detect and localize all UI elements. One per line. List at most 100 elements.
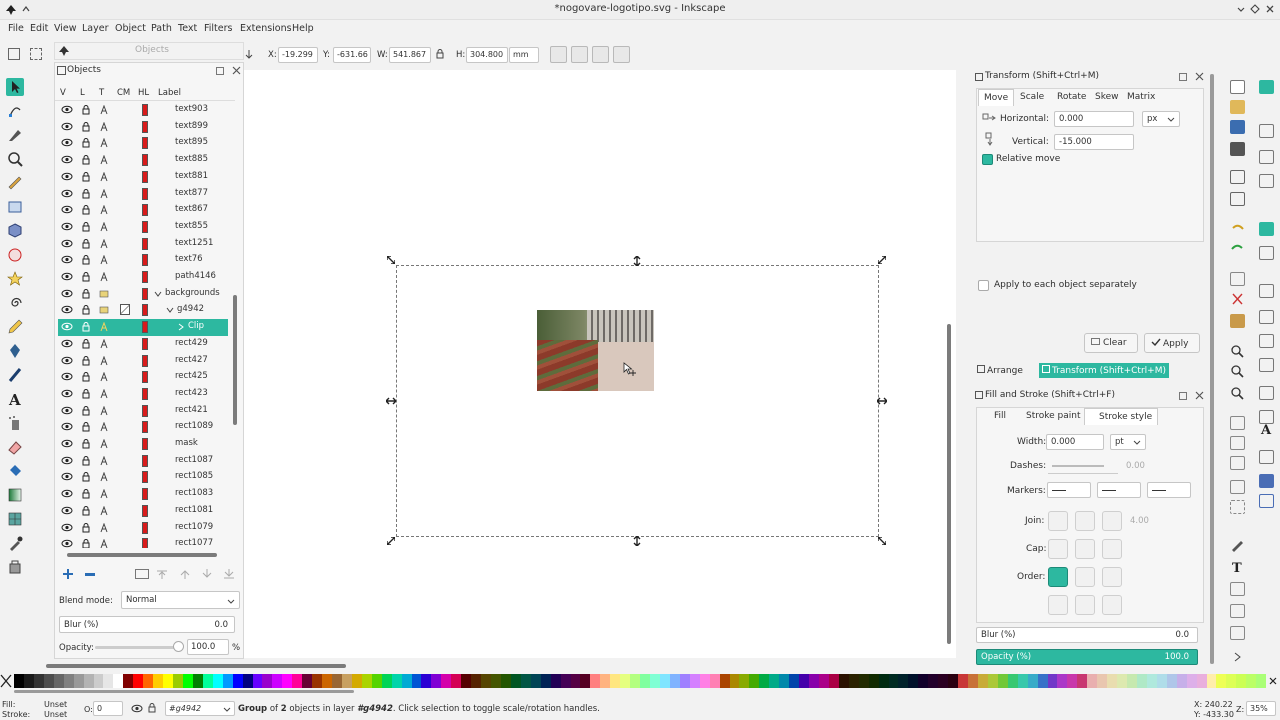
color-swatch[interactable] <box>1067 674 1078 688</box>
paint-bucket-tool-icon[interactable] <box>6 462 24 480</box>
object-row[interactable]: rect1087 <box>58 453 228 470</box>
color-swatch[interactable] <box>242 674 253 688</box>
order-markers-stroke-fill-icon[interactable] <box>1102 595 1122 615</box>
color-swatch[interactable] <box>560 674 571 688</box>
menu-object[interactable]: Object <box>115 23 146 34</box>
visibility-eye-icon[interactable] <box>61 523 73 532</box>
eraser-tool-icon[interactable] <box>6 438 24 456</box>
color-swatch[interactable] <box>163 674 173 688</box>
copy-icon[interactable] <box>1230 272 1245 286</box>
lock-icon[interactable] <box>82 355 90 366</box>
color-swatch[interactable] <box>1216 674 1227 688</box>
order-normal-icon[interactable] <box>1048 567 1068 587</box>
resize-handle-e[interactable] <box>876 397 888 405</box>
snap-bbox-edges-icon[interactable] <box>1259 150 1274 164</box>
paint-bucket-fill-icon[interactable] <box>6 558 24 576</box>
fill-stroke-dialog-icon[interactable] <box>1230 538 1245 552</box>
object-row[interactable]: text899 <box>58 119 228 136</box>
color-swatch[interactable] <box>590 674 601 688</box>
color-swatch[interactable] <box>252 674 263 688</box>
align-dialog-icon[interactable] <box>1230 626 1245 640</box>
visibility-eye-icon[interactable] <box>61 172 73 181</box>
visibility-eye-icon[interactable] <box>61 272 73 281</box>
column-label[interactable]: Label <box>158 88 181 98</box>
ellipse-tool-icon[interactable] <box>6 246 24 264</box>
color-swatch[interactable] <box>540 674 551 688</box>
snap-text-baseline-icon[interactable]: A <box>1259 422 1274 438</box>
undo-icon[interactable] <box>1230 222 1245 236</box>
object-row[interactable]: text885 <box>58 152 228 169</box>
transform-patterns-button[interactable] <box>613 46 630 63</box>
highlight-color-swatch[interactable] <box>142 287 148 300</box>
opacity-slider[interactable] <box>95 646 179 649</box>
lock-icon[interactable] <box>82 121 90 132</box>
object-row[interactable]: text881 <box>58 169 228 186</box>
calligraphy-tool-icon[interactable] <box>6 366 24 384</box>
color-swatch[interactable] <box>888 674 899 688</box>
color-swatch[interactable] <box>391 674 402 688</box>
canvas-horizontal-scrollbar[interactable] <box>40 662 960 670</box>
resize-handle-ne[interactable] <box>877 255 887 265</box>
butt-cap-icon[interactable] <box>1048 539 1068 559</box>
o-field[interactable]: 0 <box>93 701 123 716</box>
snap-cusp-nodes-icon[interactable] <box>1259 310 1274 324</box>
object-row[interactable]: text895 <box>58 135 228 152</box>
color-swatch[interactable] <box>322 674 332 688</box>
highlight-color-swatch[interactable] <box>142 237 148 250</box>
object-row[interactable]: g4942 <box>58 302 228 319</box>
snap-intersections-icon[interactable] <box>1259 284 1274 298</box>
rectangle-tool-icon[interactable] <box>6 198 24 216</box>
chevron-right-icon[interactable] <box>177 323 185 331</box>
color-swatch[interactable] <box>381 674 392 688</box>
resize-handle-s[interactable] <box>633 535 641 547</box>
duplicate-icon[interactable] <box>1230 416 1245 430</box>
color-swatch[interactable] <box>1127 674 1137 688</box>
color-swatch[interactable] <box>938 674 949 688</box>
visibility-eye-icon[interactable] <box>61 339 73 348</box>
color-swatch[interactable] <box>1007 674 1018 688</box>
color-swatch[interactable] <box>1196 674 1207 688</box>
miter-limit-value[interactable]: 4.00 <box>1130 516 1149 526</box>
snap-guide-icon[interactable] <box>1259 494 1274 508</box>
color-swatch[interactable] <box>977 674 988 688</box>
menu-text[interactable]: Text <box>178 23 197 34</box>
chevron-down-icon[interactable] <box>166 306 174 314</box>
color-swatch[interactable] <box>341 674 352 688</box>
lock-icon[interactable] <box>82 322 90 332</box>
color-swatch[interactable] <box>133 674 144 688</box>
move-unit-select[interactable]: px <box>1142 111 1180 127</box>
resize-handle-sw[interactable] <box>386 536 396 546</box>
color-swatch[interactable] <box>53 674 64 688</box>
color-swatch[interactable] <box>173 674 183 688</box>
panel-close-icon[interactable] <box>1195 391 1204 400</box>
lock-icon[interactable] <box>82 388 90 399</box>
color-swatch[interactable] <box>689 674 700 688</box>
mid-marker-select[interactable] <box>1097 482 1141 498</box>
fill-value[interactable]: Unset <box>44 700 67 709</box>
zoom-selection-icon[interactable] <box>1230 344 1245 358</box>
color-swatch[interactable] <box>659 674 670 688</box>
lock-icon[interactable] <box>82 405 90 416</box>
relative-move-checkbox[interactable] <box>982 154 993 165</box>
zoom-drawing-icon[interactable] <box>1230 364 1245 378</box>
color-swatch[interactable] <box>640 674 650 688</box>
objects-vertical-scrollbar[interactable] <box>232 85 238 547</box>
visibility-eye-icon[interactable] <box>61 305 73 314</box>
new-document-icon[interactable] <box>1230 80 1245 94</box>
fs-blur-field[interactable]: Blur (%) 0.0 <box>976 627 1198 643</box>
round-cap-icon[interactable] <box>1075 539 1095 559</box>
color-swatch[interactable] <box>1097 674 1108 688</box>
color-swatch[interactable] <box>1027 674 1038 688</box>
color-swatch[interactable] <box>302 674 313 688</box>
w-field[interactable]: 541.867 <box>389 47 431 63</box>
lock-icon[interactable] <box>82 338 90 349</box>
lock-icon[interactable] <box>82 422 90 432</box>
resize-handle-nw[interactable] <box>386 255 396 265</box>
highlight-color-swatch[interactable] <box>142 154 148 167</box>
raise-to-top-icon[interactable] <box>156 569 168 579</box>
lock-icon[interactable] <box>82 288 90 299</box>
visibility-eye-icon[interactable] <box>61 472 73 481</box>
pen-tool-icon[interactable] <box>6 342 24 360</box>
spray-tool-icon[interactable] <box>6 414 24 432</box>
tab-stroke-paint[interactable]: Stroke paint <box>1012 408 1086 424</box>
